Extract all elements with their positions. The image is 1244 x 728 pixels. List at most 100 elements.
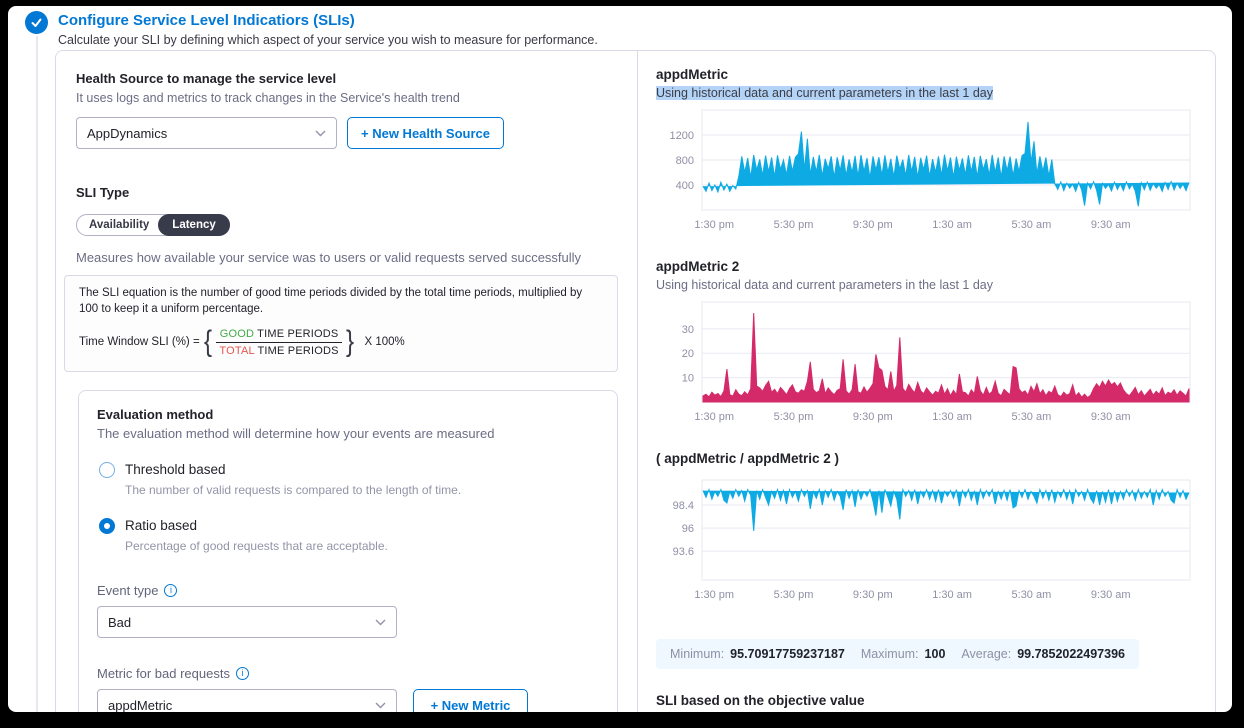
sli-type-option-availability[interactable]: Availability	[77, 215, 159, 235]
threshold-based-label: Threshold based	[125, 462, 226, 477]
sli-type-label: SLI Type	[76, 185, 617, 200]
threshold-based-description: The number of valid requests is compared…	[125, 483, 461, 497]
chart-appdmetric: appdMetric Using historical data and cur…	[656, 67, 1215, 243]
average-value: 99.7852022497396	[1017, 647, 1125, 661]
svg-text:96: 96	[682, 523, 694, 535]
metric-bad-select[interactable]: appdMetric	[97, 689, 397, 712]
right-brace: }	[346, 325, 354, 359]
svg-text:93.6: 93.6	[673, 546, 694, 558]
page-title: Configure Service Level Indicatiors (SLI…	[58, 12, 355, 29]
svg-text:800: 800	[676, 155, 694, 167]
charts-pane: appdMetric Using historical data and cur…	[638, 51, 1215, 712]
numerator-rest: TIME PERIODS	[254, 328, 338, 340]
svg-text:1:30 am: 1:30 am	[932, 219, 972, 231]
svg-text:5:30 am: 5:30 am	[1012, 219, 1052, 231]
maximum-label: Maximum:	[861, 647, 919, 661]
metric-bad-label: Metric for bad requests	[97, 666, 230, 681]
svg-text:20: 20	[682, 348, 694, 360]
average-label: Average:	[961, 647, 1011, 661]
evaluation-method-label: Evaluation method	[97, 407, 599, 422]
ratio-based-option[interactable]: Ratio based Percentage of good requests …	[97, 517, 599, 553]
sli-form-pane: Health Source to manage the service leve…	[56, 51, 638, 712]
chevron-down-icon	[375, 702, 386, 709]
minimum-label: Minimum:	[670, 647, 724, 661]
page-subtitle: Calculate your SLI by defining which asp…	[58, 33, 598, 47]
chart-title: ( appdMetric / appdMetric 2 )	[656, 451, 1215, 466]
chart-appdmetric-2: appdMetric 2 Using historical data and c…	[656, 259, 1215, 435]
good-periods-label: GOOD	[220, 328, 254, 340]
ratio-chart: 93.6 96 98.4 1:30 pm 5:30 pm 9:30 pm 1:30 am 5:…	[656, 476, 1196, 608]
sli-stats-bar: Minimum: 95.70917759237187 Maximum: 100 …	[656, 639, 1139, 669]
equation-prefix: Time Window SLI (%) =	[79, 336, 200, 348]
appdmetric-chart: 400 800 1200 1:30 pm 5:30 pm 9:30 pm 1:30 am 5:…	[656, 106, 1196, 238]
svg-text:5:30 pm: 5:30 pm	[774, 411, 814, 423]
health-source-value: AppDynamics	[87, 126, 315, 141]
metric-bad-label-row: Metric for bad requests	[97, 666, 599, 681]
sli-configuration-card: Health Source to manage the service leve…	[55, 50, 1216, 712]
svg-text:1200: 1200	[670, 130, 694, 142]
info-icon[interactable]	[236, 667, 249, 680]
svg-text:9:30 am: 9:30 am	[1091, 589, 1131, 601]
maximum-value: 100	[925, 647, 946, 661]
chevron-down-icon	[375, 619, 386, 626]
health-source-select[interactable]: AppDynamics	[76, 117, 337, 149]
event-type-label: Event type	[97, 583, 158, 598]
stepper-connector-line	[36, 36, 38, 712]
sli-objective-title: SLI based on the objective value	[656, 693, 1215, 708]
svg-text:30: 30	[682, 324, 694, 336]
evaluation-method-description: The evaluation method will determine how…	[97, 426, 599, 441]
sli-equation-formula: Time Window SLI (%) = { GOOD TIME PERIOD…	[79, 325, 603, 359]
threshold-based-option[interactable]: Threshold based The number of valid requ…	[97, 461, 599, 497]
svg-text:1:30 pm: 1:30 pm	[694, 589, 734, 601]
event-type-label-row: Event type	[97, 583, 599, 598]
denominator-rest: TIME PERIODS	[254, 345, 338, 357]
sli-equation-text: The SLI equation is the number of good t…	[79, 286, 603, 317]
new-health-source-button[interactable]: + New Health Source	[347, 117, 504, 149]
svg-text:9:30 pm: 9:30 pm	[853, 411, 893, 423]
ratio-based-label: Ratio based	[125, 518, 197, 533]
equation-fraction: GOOD TIME PERIODS TOTAL TIME PERIODS	[216, 328, 343, 357]
svg-text:98.4: 98.4	[673, 500, 694, 512]
appdmetric-2-chart: 1020301:30 pm5:30 pm9:30 pm1:30 am5:30 a…	[656, 298, 1196, 430]
sli-type-toggle: Availability Latency	[76, 214, 230, 236]
svg-text:9:30 pm: 9:30 pm	[853, 589, 893, 601]
ratio-based-description: Percentage of good requests that are acc…	[125, 539, 388, 553]
minimum-value: 95.70917759237187	[730, 647, 845, 661]
step-complete-check-icon	[25, 11, 48, 34]
chevron-down-icon	[315, 130, 326, 137]
info-icon[interactable]	[164, 584, 177, 597]
chart-subtitle: Using historical data and current parame…	[656, 278, 1215, 292]
health-source-label: Health Source to manage the service leve…	[76, 71, 617, 86]
svg-text:9:30 pm: 9:30 pm	[853, 219, 893, 231]
metric-bad-value: appdMetric	[108, 698, 375, 712]
evaluation-method-card: Evaluation method The evaluation method …	[78, 390, 618, 712]
svg-text:9:30 am: 9:30 am	[1091, 411, 1131, 423]
svg-text:9:30 am: 9:30 am	[1091, 219, 1131, 231]
chart-title: appdMetric 2	[656, 259, 1215, 274]
page: Configure Service Level Indicatiors (SLI…	[8, 6, 1232, 712]
left-brace: {	[204, 325, 212, 359]
svg-text:1:30 am: 1:30 am	[932, 411, 972, 423]
svg-text:1:30 pm: 1:30 pm	[694, 411, 734, 423]
svg-text:1:30 am: 1:30 am	[932, 589, 972, 601]
sli-type-option-latency[interactable]: Latency	[158, 214, 229, 236]
health-source-description: It uses logs and metrics to track change…	[76, 91, 617, 105]
svg-text:5:30 am: 5:30 am	[1012, 589, 1052, 601]
chart-ratio: ( appdMetric / appdMetric 2 ) 93.6 96 98.4…	[656, 451, 1215, 613]
sli-type-description: Measures how available your service was …	[76, 250, 617, 265]
svg-text:5:30 am: 5:30 am	[1012, 411, 1052, 423]
new-metric-button[interactable]: + New Metric	[413, 689, 528, 712]
event-type-select[interactable]: Bad	[97, 606, 397, 638]
svg-text:5:30 pm: 5:30 pm	[774, 589, 814, 601]
svg-text:400: 400	[676, 180, 694, 192]
highlighted-text: Using historical data and current parame…	[656, 86, 993, 100]
chart-title: appdMetric	[656, 67, 1215, 82]
threshold-based-radio[interactable]	[99, 462, 115, 478]
ratio-based-radio[interactable]	[99, 518, 115, 534]
svg-text:1:30 pm: 1:30 pm	[694, 219, 734, 231]
event-type-value: Bad	[108, 615, 375, 630]
equation-suffix: X 100%	[364, 336, 404, 348]
chart-subtitle: Using historical data and current parame…	[656, 86, 1215, 100]
svg-text:5:30 pm: 5:30 pm	[774, 219, 814, 231]
total-periods-label: TOTAL	[219, 345, 254, 357]
